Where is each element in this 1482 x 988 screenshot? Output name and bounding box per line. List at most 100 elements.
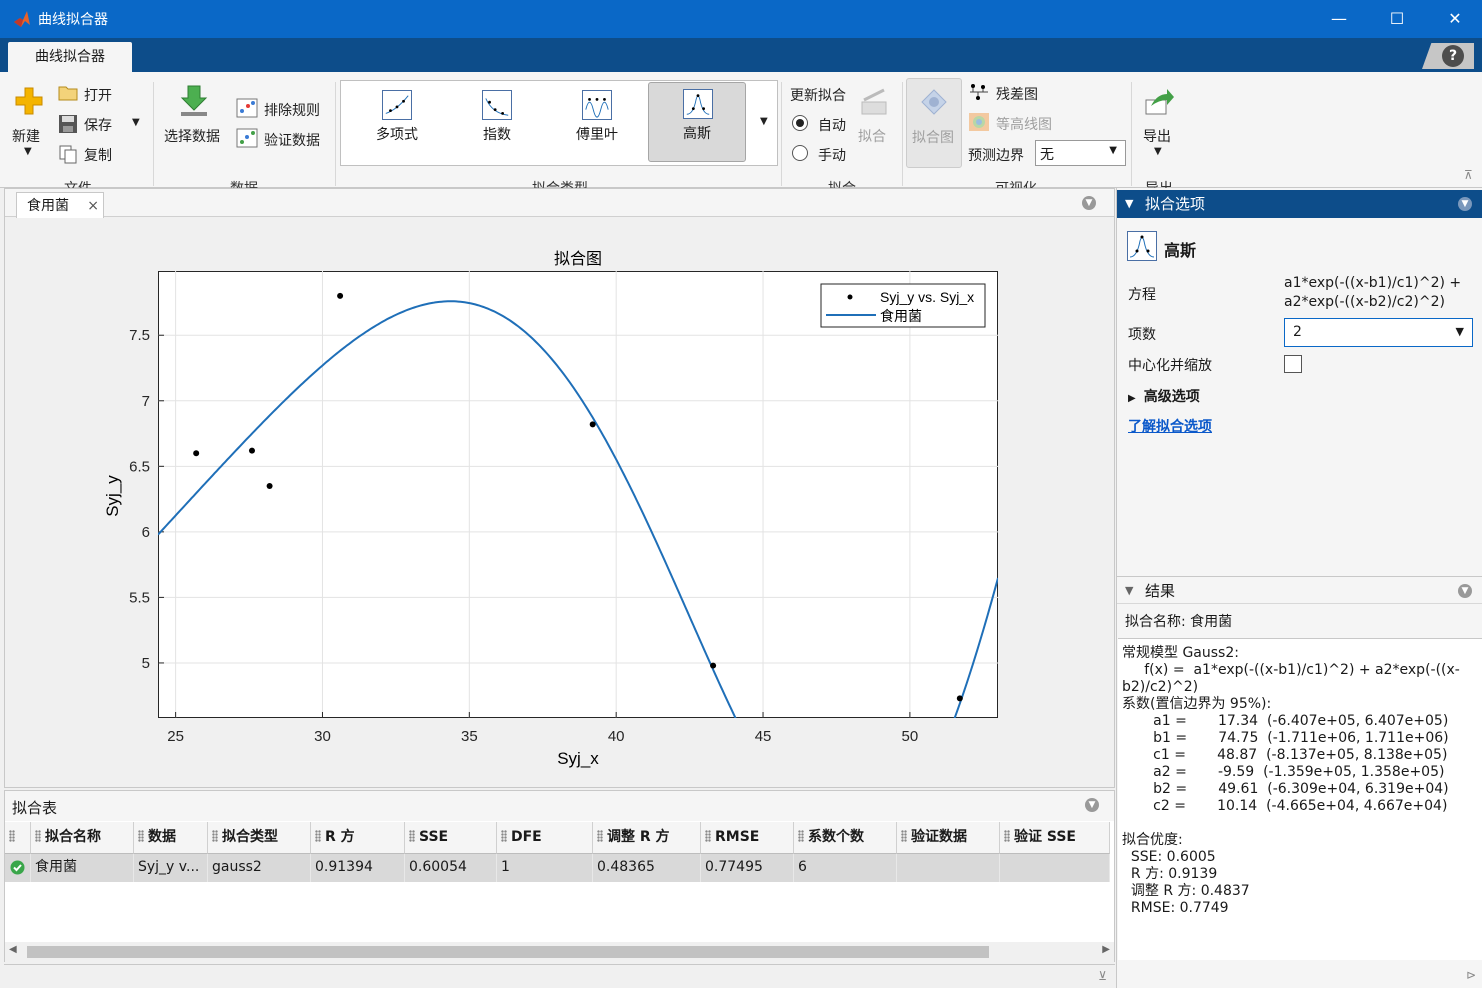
residual-plot-icon xyxy=(970,84,988,100)
learn-fit-options-link[interactable]: 了解拟合选项 xyxy=(1128,416,1212,436)
fit-model-name: 高斯 xyxy=(1164,241,1197,260)
table-cell: 0.60054 xyxy=(405,854,497,882)
drag-handle-icon[interactable] xyxy=(597,830,603,842)
auto-fit-icon xyxy=(861,88,887,115)
residual-plot-button[interactable]: 残差图 xyxy=(996,84,1038,104)
gaussian-icon xyxy=(683,89,713,119)
tab-fit-document[interactable]: 食用菌 × xyxy=(16,192,104,218)
minimize-button[interactable]: — xyxy=(1324,6,1354,32)
column-header[interactable]: 验证数据 xyxy=(897,822,1000,854)
collapse-toolstrip-icon[interactable]: ⊼ xyxy=(1464,168,1473,182)
column-header[interactable]: SSE xyxy=(405,822,497,854)
prediction-bounds-select[interactable]: 无 ▼ xyxy=(1035,140,1126,166)
panel-menu-icon[interactable]: ▼ xyxy=(1458,584,1472,598)
select-data-button[interactable]: 选择数据 xyxy=(164,126,220,146)
scroll-right-icon[interactable]: ▶ xyxy=(1102,944,1110,955)
copy-button[interactable]: 复制 xyxy=(84,145,112,165)
tab-curve-fitter[interactable]: 曲线拟合器 xyxy=(8,42,132,74)
table-cell: 1 xyxy=(497,854,593,882)
drag-handle-icon[interactable] xyxy=(409,830,415,842)
tab-strip xyxy=(0,38,1482,72)
maximize-button[interactable]: ☐ xyxy=(1382,6,1412,32)
drag-handle-icon[interactable] xyxy=(705,830,711,842)
close-button[interactable]: ✕ xyxy=(1440,6,1470,32)
scroll-left-icon[interactable]: ◀ xyxy=(9,944,17,955)
column-header[interactable]: 拟合名称 xyxy=(31,822,134,854)
fit-options-header: ▼ 拟合选项 ▼ xyxy=(1117,190,1482,218)
prediction-bounds-label: 预测边界 xyxy=(968,148,1024,164)
advanced-options-label: 高级选项 xyxy=(1143,389,1200,405)
drag-handle-icon[interactable] xyxy=(901,830,907,842)
column-header[interactable]: DFE xyxy=(497,822,593,854)
save-icon xyxy=(59,115,77,133)
fit-button[interactable]: 拟合 xyxy=(858,126,886,146)
column-header-label: 调整 R 方 xyxy=(607,829,670,845)
open-folder-icon xyxy=(58,86,78,101)
expand-triangle-icon: ▶ xyxy=(1128,393,1136,404)
export-dropdown-icon[interactable]: ▼ xyxy=(1154,146,1162,157)
divider xyxy=(902,82,903,186)
drag-handle-icon[interactable] xyxy=(1004,830,1010,842)
terms-select[interactable]: 2 ▼ xyxy=(1284,318,1473,347)
save-dropdown-icon[interactable]: ▼ xyxy=(132,117,140,128)
status-cell xyxy=(5,854,31,882)
fit-plot-button[interactable]: 拟合图 xyxy=(906,78,962,168)
table-cell: 0.91394 xyxy=(311,854,405,882)
manual-radio[interactable] xyxy=(792,145,808,161)
drag-handle-icon[interactable] xyxy=(315,830,321,842)
collapse-triangle-icon[interactable]: ▼ xyxy=(1125,190,1133,218)
column-header-label: R 方 xyxy=(325,829,355,845)
close-tab-icon[interactable]: × xyxy=(87,193,99,219)
contour-plot-icon xyxy=(969,113,989,131)
fit-type-gaussian[interactable]: 高斯 xyxy=(648,82,746,162)
validation-data-button[interactable]: 验证数据 xyxy=(264,130,320,150)
auto-label: 自动 xyxy=(818,118,846,134)
new-dropdown-icon[interactable]: ▼ xyxy=(24,146,32,157)
collapse-side-panel-icon[interactable]: ⊳ xyxy=(1466,968,1476,982)
horizontal-scrollbar[interactable]: ◀ ▶ xyxy=(5,942,1114,962)
column-header[interactable]: R 方 xyxy=(311,822,405,854)
open-button[interactable]: 打开 xyxy=(84,85,112,105)
fit-type-fourier[interactable]: 傅里叶 xyxy=(548,84,646,164)
contour-plot-button[interactable]: 等高线图 xyxy=(996,114,1052,134)
column-header[interactable]: RMSE xyxy=(701,822,794,854)
column-header-label: 拟合类型 xyxy=(222,829,278,845)
drag-handle-icon[interactable] xyxy=(501,830,507,842)
fit-type-polynomial[interactable]: 多项式 xyxy=(348,84,446,164)
center-scale-checkbox[interactable] xyxy=(1284,355,1302,373)
results-title: 结果 xyxy=(1145,582,1176,600)
manual-label: 手动 xyxy=(818,148,846,164)
title-bar: 曲线拟合器 — ☐ ✕ xyxy=(0,0,1482,38)
center-scale-label: 中心化并缩放 xyxy=(1128,358,1212,374)
new-button[interactable]: 新建 xyxy=(12,126,40,146)
collapse-triangle-icon[interactable]: ▼ xyxy=(1125,577,1133,605)
drag-handle-icon[interactable] xyxy=(798,830,804,842)
column-header-label: DFE xyxy=(511,829,542,845)
panel-menu-icon[interactable]: ▼ xyxy=(1082,196,1096,210)
drag-handle-icon[interactable] xyxy=(138,830,144,842)
table-cell: gauss2 xyxy=(208,854,311,882)
exclude-rules-button[interactable]: 排除规则 xyxy=(264,100,320,120)
column-header[interactable]: 数据 xyxy=(134,822,208,854)
scrollbar-thumb[interactable] xyxy=(27,946,989,958)
advanced-options-toggle[interactable]: ▶ 高级选项 xyxy=(1128,386,1200,406)
drag-handle-icon[interactable] xyxy=(35,830,41,842)
column-header[interactable]: 调整 R 方 xyxy=(593,822,701,854)
divider xyxy=(335,82,336,186)
collapse-panel-icon[interactable]: ⊻ xyxy=(1098,969,1107,983)
auto-radio[interactable] xyxy=(792,115,808,131)
drag-handle-icon[interactable] xyxy=(212,830,218,842)
table-menu-icon[interactable]: ▼ xyxy=(1085,798,1099,812)
column-header[interactable]: 系数个数 xyxy=(794,822,897,854)
equation-line-1: a1*exp(-((x-b1)/c1)^2) + xyxy=(1284,275,1462,291)
gallery-expand-icon[interactable]: ▼ xyxy=(760,116,768,127)
column-header[interactable]: 验证 SSE xyxy=(1000,822,1110,854)
column-header[interactable]: 拟合类型 xyxy=(208,822,311,854)
table-cell xyxy=(897,854,1000,882)
panel-menu-icon[interactable]: ▼ xyxy=(1458,197,1472,211)
column-header-label: 验证数据 xyxy=(911,829,967,845)
fit-type-exponential[interactable]: 指数 xyxy=(448,84,546,164)
export-button[interactable]: 导出 xyxy=(1143,126,1171,146)
select-data-icon xyxy=(180,85,208,116)
save-button[interactable]: 保存 xyxy=(84,115,112,135)
